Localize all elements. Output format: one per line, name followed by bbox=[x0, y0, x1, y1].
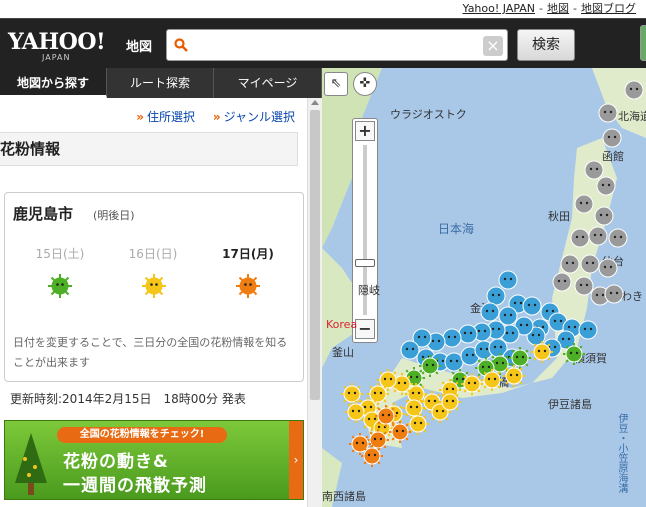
genre-select-link[interactable]: » ジャンル選択 bbox=[213, 110, 295, 124]
yahoo-logo[interactable]: YAHOO! bbox=[8, 29, 106, 55]
pollen-marker-mid[interactable] bbox=[563, 343, 585, 365]
pollen-marker-high[interactable] bbox=[439, 391, 461, 413]
chevron-right-icon: › bbox=[289, 421, 303, 499]
header-edge-icon[interactable] bbox=[640, 25, 646, 61]
day-tab-17[interactable]: 17日(月) bbox=[213, 245, 283, 262]
pollen-marker-low[interactable] bbox=[578, 320, 598, 340]
map-view[interactable]: ⇖ ✜ + − ウラジオストク 函館 日本海 秋田 仙台 いわき 金沢 隠岐 釜… bbox=[322, 68, 646, 507]
pollen-marker-high[interactable] bbox=[341, 383, 363, 405]
pollen-level-icon bbox=[142, 274, 166, 298]
pollen-marker-mid[interactable] bbox=[419, 355, 441, 377]
city-subtitle: (明後日) bbox=[93, 209, 135, 222]
tab-mypage[interactable]: マイページ bbox=[214, 68, 322, 98]
arrow-icon: » bbox=[212, 110, 221, 124]
pollen-marker-none[interactable] bbox=[604, 284, 624, 304]
day-tab-15[interactable]: 15日(土) bbox=[25, 245, 95, 262]
pollen-marker-none[interactable] bbox=[598, 258, 618, 278]
pollen-marker-none[interactable] bbox=[598, 103, 618, 123]
pollen-marker-none[interactable] bbox=[602, 128, 622, 148]
pollen-marker-low[interactable] bbox=[400, 340, 420, 360]
link-yahoo-japan[interactable]: Yahoo! JAPAN bbox=[462, 2, 535, 15]
header: YAHOO! JAPAN 地図 × 検索 bbox=[0, 18, 646, 68]
sidebar: » 住所選択 » ジャンル選択 花粉情報 鹿児島市 (明後日) 15日(土) 16日… bbox=[0, 98, 307, 507]
pollen-level-icon bbox=[236, 274, 260, 298]
pollen-marker-low[interactable] bbox=[498, 306, 518, 326]
section-title: 花粉情報 bbox=[0, 132, 298, 166]
arrow-icon: » bbox=[136, 110, 144, 124]
pollen-markers bbox=[341, 80, 644, 467]
pollen-marker-high[interactable] bbox=[481, 369, 503, 391]
pollen-marker-none[interactable] bbox=[608, 228, 628, 248]
clear-icon[interactable]: × bbox=[483, 36, 503, 56]
search-icon bbox=[174, 38, 188, 52]
search-input[interactable]: × bbox=[166, 29, 508, 61]
pollen-level-icon bbox=[48, 274, 72, 298]
tab-map-search[interactable]: 地図から探す bbox=[0, 68, 107, 98]
pollen-marker-veryhigh[interactable] bbox=[361, 445, 383, 467]
pollen-marker-low[interactable] bbox=[442, 328, 462, 348]
day-tab-16[interactable]: 16日(日) bbox=[118, 245, 188, 262]
date-change-note: 日付を変更することで、三日分の全国の花粉情報を知ることが出来ます bbox=[13, 336, 288, 369]
tab-route[interactable]: ルート探索 bbox=[107, 68, 214, 98]
banner-line2: 一週間の飛散予測 bbox=[63, 476, 207, 496]
search-button[interactable]: 検索 bbox=[517, 29, 575, 61]
pollen-marker-none[interactable] bbox=[552, 272, 572, 292]
address-select-link[interactable]: » 住所選択 bbox=[136, 110, 195, 124]
city-name: 鹿児島市 bbox=[13, 205, 74, 223]
pollen-marker-high[interactable] bbox=[503, 365, 525, 387]
pollen-marker-none[interactable] bbox=[624, 80, 644, 100]
pollen-marker-high[interactable] bbox=[531, 341, 553, 363]
pollen-marker-none[interactable] bbox=[596, 176, 616, 196]
pollen-marker-veryhigh[interactable] bbox=[375, 405, 397, 427]
tab-bar: 地図から探す ルート探索 マイページ bbox=[0, 68, 322, 98]
pollen-marker-none[interactable] bbox=[580, 254, 600, 274]
link-map-blog[interactable]: 地図ブログ bbox=[581, 2, 636, 15]
updated-time: 更新時刻:2014年2月15日 18時00分 発表 bbox=[10, 392, 246, 406]
banner-badge: 全国の花粉情報をチェック! bbox=[57, 427, 227, 443]
link-map[interactable]: 地図 bbox=[547, 2, 569, 15]
scroll-up-icon[interactable] bbox=[311, 100, 319, 105]
pollen-marker-high[interactable] bbox=[403, 397, 425, 419]
selector-links: » 住所選択 » ジャンル選択 bbox=[122, 108, 295, 125]
pollen-forecast-banner[interactable]: 全国の花粉情報をチェック! 花粉の動き& 一週間の飛散予測 › bbox=[4, 420, 304, 500]
pollen-card: 鹿児島市 (明後日) 15日(土) 16日(日) 17日(月) 日付を変更するこ… bbox=[4, 192, 304, 382]
pollen-marker-low[interactable] bbox=[498, 270, 518, 290]
pollen-marker-low[interactable] bbox=[522, 296, 542, 316]
pollen-marker-low[interactable] bbox=[480, 302, 500, 322]
pollen-marker-low[interactable] bbox=[486, 286, 506, 306]
scroll-thumb[interactable] bbox=[310, 110, 320, 400]
pollen-marker-none[interactable] bbox=[574, 194, 594, 214]
pollen-marker-low[interactable] bbox=[458, 324, 478, 344]
pollen-marker-none[interactable] bbox=[574, 276, 594, 296]
sidebar-scrollbar[interactable] bbox=[307, 98, 322, 507]
pollen-marker-none[interactable] bbox=[594, 206, 614, 226]
yahoo-logo-sub: JAPAN bbox=[42, 53, 71, 62]
pollen-marker-none[interactable] bbox=[560, 254, 580, 274]
pollen-marker-low[interactable] bbox=[444, 352, 464, 372]
product-name: 地図 bbox=[126, 40, 153, 55]
top-links: Yahoo! JAPAN - 地図 - 地図ブログ bbox=[0, 0, 646, 18]
pollen-marker-none[interactable] bbox=[570, 228, 590, 248]
banner-line1: 花粉の動き& bbox=[63, 452, 169, 472]
pollen-marker-veryhigh[interactable] bbox=[389, 421, 411, 443]
pollen-marker-high[interactable] bbox=[461, 373, 483, 395]
pollen-marker-none[interactable] bbox=[588, 226, 608, 246]
cedar-tree-icon bbox=[15, 433, 47, 495]
pollen-marker-mid[interactable] bbox=[509, 347, 531, 369]
pollen-marker-none[interactable] bbox=[584, 160, 604, 180]
